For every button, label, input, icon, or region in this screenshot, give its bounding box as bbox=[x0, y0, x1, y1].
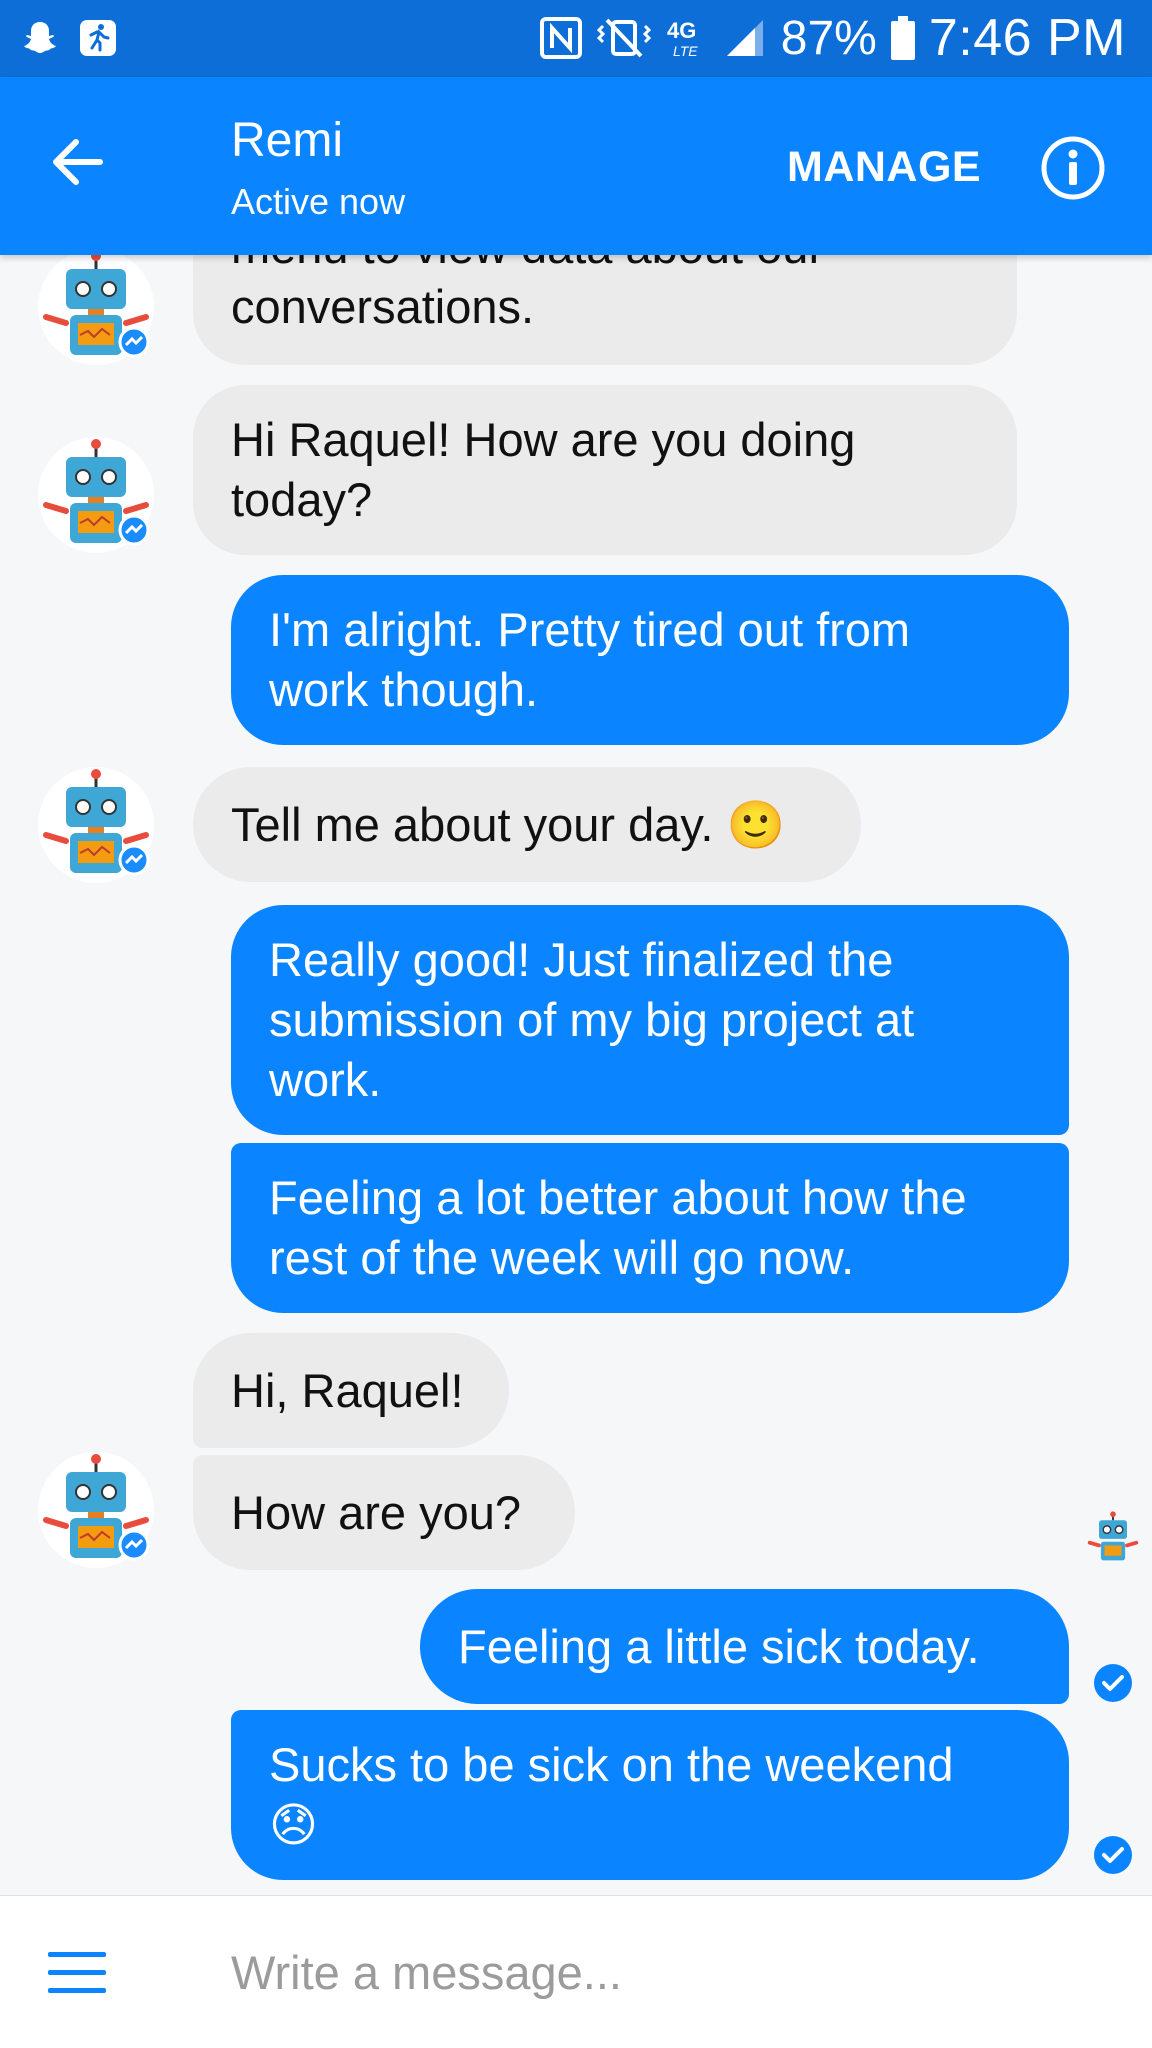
info-icon[interactable] bbox=[1040, 135, 1106, 201]
outgoing-message[interactable]: Sucks to be sick on the weekend 😞 bbox=[231, 1710, 1069, 1880]
bot-avatar-icon[interactable] bbox=[36, 765, 156, 885]
snapchat-icon bbox=[24, 22, 56, 53]
incoming-message[interactable]: Hi, Raquel! bbox=[193, 1333, 509, 1448]
hamburger-menu-icon[interactable] bbox=[48, 1952, 106, 1994]
message-input[interactable] bbox=[231, 1936, 1111, 2008]
conversation-header: Remi Active now MANAGE bbox=[0, 77, 1152, 255]
incoming-message[interactable]: How are you? bbox=[193, 1455, 575, 1570]
nfc-icon bbox=[539, 17, 582, 59]
outgoing-message[interactable]: I'm alright. Pretty tired out from work … bbox=[231, 575, 1069, 745]
bot-avatar-icon[interactable] bbox=[36, 255, 156, 367]
outgoing-message[interactable]: Feeling a lot better about how the rest … bbox=[231, 1143, 1069, 1313]
back-arrow-icon[interactable] bbox=[48, 132, 108, 192]
outgoing-message[interactable]: Feeling a little sick today. bbox=[420, 1589, 1069, 1704]
vibrate-icon bbox=[596, 18, 651, 58]
message-list[interactable]: menu to view data about our conversation… bbox=[0, 255, 1152, 1895]
status-bar: 4G LTE 87% 7:46 PM bbox=[0, 0, 1152, 77]
incoming-message[interactable]: menu to view data about our conversation… bbox=[193, 255, 1017, 365]
seen-avatar-icon bbox=[1087, 1511, 1139, 1561]
bot-avatar-icon[interactable] bbox=[36, 435, 156, 555]
battery-icon bbox=[890, 16, 915, 60]
contact-name[interactable]: Remi bbox=[231, 113, 343, 168]
battery-percent: 87% bbox=[780, 11, 877, 65]
delivered-check-icon bbox=[1094, 1664, 1132, 1702]
svg-text:LTE: LTE bbox=[673, 43, 698, 59]
fitness-icon bbox=[80, 20, 116, 56]
manage-button[interactable]: MANAGE bbox=[787, 143, 981, 192]
clock: 7:46 PM bbox=[928, 9, 1126, 67]
presence-status: Active now bbox=[231, 181, 406, 222]
signal-icon bbox=[726, 20, 763, 56]
svg-text:4G: 4G bbox=[667, 18, 696, 43]
network-4g-icon: 4G LTE bbox=[667, 18, 698, 59]
delivered-check-icon bbox=[1094, 1836, 1132, 1874]
message-composer bbox=[0, 1895, 1152, 2048]
bot-avatar-icon[interactable] bbox=[36, 1450, 156, 1570]
outgoing-message[interactable]: Really good! Just finalized the submissi… bbox=[231, 905, 1069, 1135]
incoming-message[interactable]: Hi Raquel! How are you doing today? bbox=[193, 385, 1017, 555]
incoming-message[interactable]: Tell me about your day. 🙂 bbox=[193, 767, 861, 882]
